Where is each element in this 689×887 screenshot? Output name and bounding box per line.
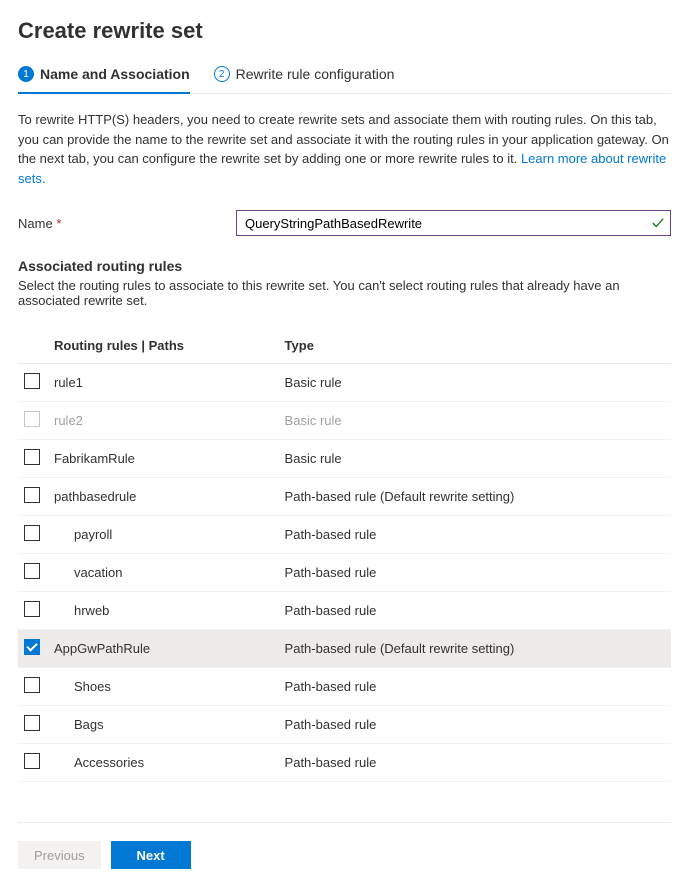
tab-label: Rewrite rule configuration <box>236 66 395 82</box>
table-row: payrollPath-based rule <box>18 516 671 554</box>
routing-rules-table: Routing rules | Paths Type rule1Basic ru… <box>18 328 671 782</box>
row-name: payroll <box>48 516 279 554</box>
row-name: FabrikamRule <box>48 440 279 478</box>
row-type: Basic rule <box>279 364 671 402</box>
tab-1[interactable]: 1 Name and Association <box>18 66 190 94</box>
row-type: Basic rule <box>279 402 671 440</box>
row-checkbox[interactable] <box>24 639 40 655</box>
row-checkbox <box>24 411 40 427</box>
tab-badge-icon: 2 <box>214 66 230 82</box>
checkmark-icon <box>651 216 665 230</box>
row-type: Path-based rule <box>279 516 671 554</box>
row-checkbox[interactable] <box>24 715 40 731</box>
name-input[interactable] <box>236 210 671 236</box>
row-checkbox[interactable] <box>24 449 40 465</box>
next-button[interactable]: Next <box>111 841 191 869</box>
row-name: Bags <box>48 706 279 744</box>
row-name: rule2 <box>48 402 279 440</box>
table-row: AppGwPathRulePath-based rule (Default re… <box>18 630 671 668</box>
row-name: hrweb <box>48 592 279 630</box>
row-type: Path-based rule (Default rewrite setting… <box>279 630 671 668</box>
row-type: Path-based rule <box>279 554 671 592</box>
table-row: AccessoriesPath-based rule <box>18 744 671 782</box>
tab-label: Name and Association <box>40 66 190 82</box>
table-row: rule2Basic rule <box>18 402 671 440</box>
divider <box>18 822 671 823</box>
row-type: Path-based rule <box>279 592 671 630</box>
page-title: Create rewrite set <box>18 18 671 44</box>
name-label: Name * <box>18 216 236 231</box>
row-checkbox[interactable] <box>24 753 40 769</box>
row-checkbox[interactable] <box>24 563 40 579</box>
table-row: pathbasedrulePath-based rule (Default re… <box>18 478 671 516</box>
table-row: rule1Basic rule <box>18 364 671 402</box>
table-row: vacationPath-based rule <box>18 554 671 592</box>
row-type: Path-based rule <box>279 744 671 782</box>
row-checkbox[interactable] <box>24 601 40 617</box>
row-name: AppGwPathRule <box>48 630 279 668</box>
table-row: BagsPath-based rule <box>18 706 671 744</box>
associated-rules-desc: Select the routing rules to associate to… <box>18 278 671 308</box>
row-name: vacation <box>48 554 279 592</box>
table-row: hrwebPath-based rule <box>18 592 671 630</box>
row-type: Basic rule <box>279 440 671 478</box>
wizard-tabs: 1 Name and Association 2 Rewrite rule confi… <box>18 66 671 94</box>
row-checkbox[interactable] <box>24 525 40 541</box>
description-text: To rewrite HTTP(S) headers, you need to … <box>18 110 671 188</box>
row-checkbox[interactable] <box>24 373 40 389</box>
previous-button[interactable]: Previous <box>18 841 101 869</box>
table-row: FabrikamRuleBasic rule <box>18 440 671 478</box>
row-name: Accessories <box>48 744 279 782</box>
col-header-type: Type <box>279 328 671 364</box>
row-name: pathbasedrule <box>48 478 279 516</box>
col-header-name: Routing rules | Paths <box>48 328 279 364</box>
row-name: rule1 <box>48 364 279 402</box>
tab-badge-icon: 1 <box>18 66 34 82</box>
row-type: Path-based rule <box>279 706 671 744</box>
row-type: Path-based rule (Default rewrite setting… <box>279 478 671 516</box>
row-checkbox[interactable] <box>24 487 40 503</box>
tab-2[interactable]: 2 Rewrite rule configuration <box>214 66 395 94</box>
row-checkbox[interactable] <box>24 677 40 693</box>
associated-rules-heading: Associated routing rules <box>18 258 671 274</box>
